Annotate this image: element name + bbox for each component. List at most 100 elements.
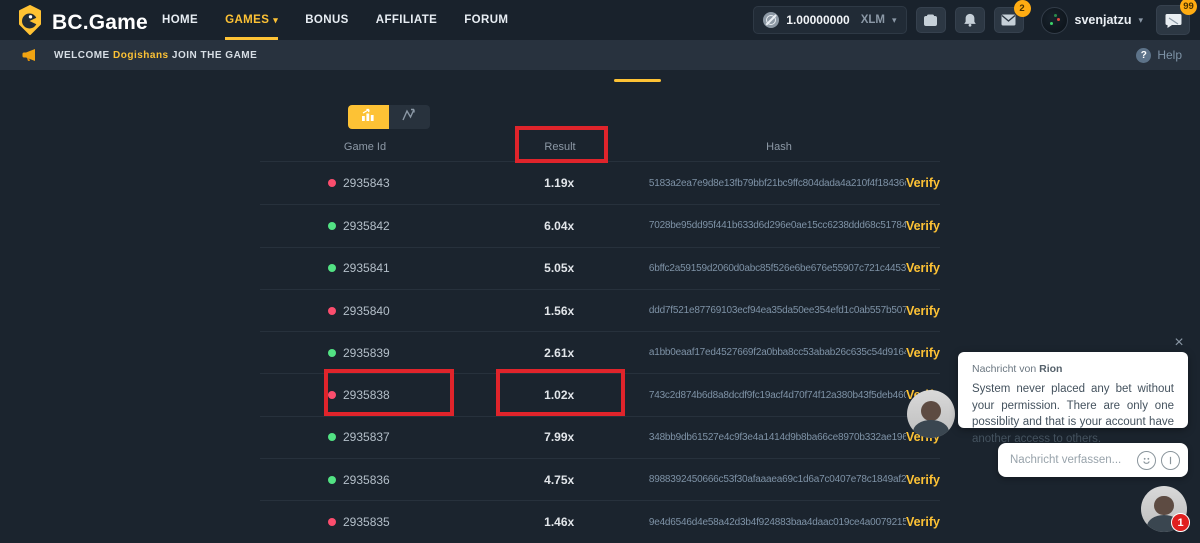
attachment-icon[interactable]	[1161, 451, 1180, 470]
status-dot	[328, 476, 336, 484]
nav-item-bonus[interactable]: BONUS	[305, 0, 349, 40]
game-id-cell: 2935842	[260, 219, 469, 233]
game-table-body: 29358431.19x5183a2ea7e9d8e13fb79bbf21bc9…	[260, 162, 940, 543]
hash-value: 6bffc2a59159d2060d0abc85f526e6be676e5590…	[649, 263, 906, 274]
verify-link[interactable]: Verify	[906, 473, 940, 487]
header-result: Result	[470, 141, 650, 153]
brand-name: BC.Game	[52, 11, 148, 35]
result-value: 4.75x	[469, 473, 648, 487]
result-value: 1.46x	[469, 515, 648, 529]
result-value: 7.99x	[469, 430, 648, 444]
chat-unread-badge: 1	[1171, 513, 1190, 532]
trend-chart-icon	[402, 108, 417, 126]
game-id-cell: 2935841	[260, 261, 469, 275]
game-id: 2935843	[343, 176, 390, 190]
history-view-toggle	[348, 105, 430, 129]
nav-item-forum[interactable]: FORUM	[464, 0, 508, 40]
chat-input-bar	[998, 443, 1188, 477]
verify-link[interactable]: Verify	[906, 219, 940, 233]
game-id: 2935837	[343, 430, 390, 444]
table-row: 2935839 2.61xa1bb0eaaf17ed4527669f2a0bba8…	[260, 331, 940, 373]
question-mark-icon: ?	[1136, 48, 1151, 63]
nav-item-home[interactable]: HOME	[162, 0, 198, 40]
announcement-username: Dogishans	[113, 50, 169, 61]
game-id-cell: 2935838	[260, 388, 469, 402]
game-id-cell: 2935835	[260, 515, 469, 529]
result-value: 2.61x	[469, 346, 648, 360]
bar-chart-icon	[361, 108, 377, 127]
bell-icon	[963, 13, 977, 27]
announcement-text: WELCOME Dogishans JOIN THE GAME	[54, 50, 257, 61]
status-dot	[328, 391, 336, 399]
notifications-button[interactable]	[955, 7, 985, 33]
game-id-cell: 2935836	[260, 473, 469, 487]
table-row: 29358401.56xddd7f521e87769103ecf94ea35da…	[260, 289, 940, 331]
chevron-down-icon: ▾	[1138, 15, 1143, 26]
envelope-icon	[1001, 14, 1016, 26]
main-nav: HOME GAMES▾ BONUS AFFILIATE FORUM	[162, 0, 508, 40]
verify-link[interactable]: Verify	[906, 304, 940, 318]
active-tab-underline	[614, 79, 661, 82]
status-dot	[328, 307, 336, 315]
chevron-down-icon: ▾	[273, 16, 278, 25]
megaphone-icon	[22, 48, 38, 62]
messages-button[interactable]: 2	[994, 7, 1024, 33]
vault-button[interactable]	[916, 7, 946, 33]
nav-label: FORUM	[464, 14, 508, 26]
chat-toggle-button[interactable]: 99	[1156, 5, 1190, 35]
result-value: 1.56x	[469, 304, 648, 318]
chat-message-input[interactable]	[1010, 454, 1132, 466]
verify-link[interactable]: Verify	[906, 515, 940, 529]
table-row: 29358364.75x8988392450666c53f30afaaaea69…	[260, 458, 940, 500]
chat-sender-name: Rion	[1039, 363, 1062, 375]
nav-label: HOME	[162, 14, 198, 26]
chat-message-text: System never placed any bet without your…	[972, 381, 1174, 447]
chat-message-card: Nachricht von Rion System never placed a…	[958, 352, 1188, 428]
chat-close-icon[interactable]: ×	[1170, 334, 1188, 352]
hash-value: a1bb0eaaf17ed4527669f2a0bba8cc53abab26c6…	[649, 347, 906, 358]
account-menu[interactable]: svenjatzu ▾	[1041, 7, 1144, 34]
game-id: 2935838	[343, 388, 390, 402]
user-avatar	[1041, 7, 1068, 34]
status-dot	[328, 518, 336, 526]
chat-bubble-icon	[1165, 13, 1182, 28]
brand-logo[interactable]: BC.Game	[17, 5, 148, 40]
game-id: 2935835	[343, 515, 390, 529]
table-row: 2935838 1.02x743c2d874b6d8a8dcdf9fc19acf4…	[260, 373, 940, 415]
chat-badge: 99	[1180, 0, 1197, 15]
hash-value: 5183a2ea7e9d8e13fb79bbf21bc9ffc804dada4a…	[649, 178, 906, 189]
status-dot	[328, 433, 336, 441]
hash-value: 348bb9db61527e4c9f3e4a1414d9b8ba66ce8970…	[649, 432, 906, 443]
game-id: 2935839	[343, 346, 390, 360]
chat-message-title: Nachricht von Rion	[972, 363, 1174, 375]
status-dot	[328, 222, 336, 230]
table-row: 29358351.46x9e4d6546d4e58a42d3b4f924883b…	[260, 500, 940, 542]
result-value: 1.02x	[469, 388, 648, 402]
hash-value: 743c2d874b6d8a8dcdf9fc19acf4d70f74f12a38…	[649, 390, 906, 401]
verify-link[interactable]: Verify	[906, 261, 940, 275]
nav-item-games[interactable]: GAMES▾	[225, 0, 278, 40]
chat-sender-avatar	[907, 390, 955, 438]
bar-chart-view-button[interactable]	[348, 105, 389, 129]
help-label: Help	[1157, 48, 1182, 62]
table-row: 29358431.19x5183a2ea7e9d8e13fb79bbf21bc9…	[260, 162, 940, 204]
announcement-bar: WELCOME Dogishans JOIN THE GAME ? Help	[0, 40, 1200, 70]
nav-item-affiliate[interactable]: AFFILIATE	[376, 0, 438, 40]
status-dot	[328, 264, 336, 272]
hash-value: 7028be95dd95f441b633d6d296e0ae15cc6238dd…	[649, 220, 906, 231]
nav-label: BONUS	[305, 14, 349, 26]
help-button[interactable]: ? Help	[1136, 48, 1182, 63]
game-id-cell: 2935837	[260, 430, 469, 444]
emoji-icon[interactable]	[1137, 451, 1156, 470]
table-row: 29358426.04x7028be95dd95f441b633d6d296e0…	[260, 204, 940, 246]
vault-icon	[923, 14, 938, 27]
verify-link[interactable]: Verify	[906, 176, 940, 190]
trend-chart-view-button[interactable]	[389, 105, 430, 129]
top-navigation-bar: BC.Game HOME GAMES▾ BONUS AFFILIATE FORUM 1.…	[0, 0, 1200, 40]
username: svenjatzu	[1075, 13, 1132, 27]
verify-link[interactable]: Verify	[906, 346, 940, 360]
balance-dropdown[interactable]: 1.00000000 XLM ▾	[753, 6, 906, 34]
table-row: 2935837 7.99x348bb9db61527e4c9f3e4a1414d9…	[260, 416, 940, 458]
table-row: 29358415.05x6bffc2a59159d2060d0abc85f526…	[260, 247, 940, 289]
game-id-cell: 2935840	[260, 304, 469, 318]
